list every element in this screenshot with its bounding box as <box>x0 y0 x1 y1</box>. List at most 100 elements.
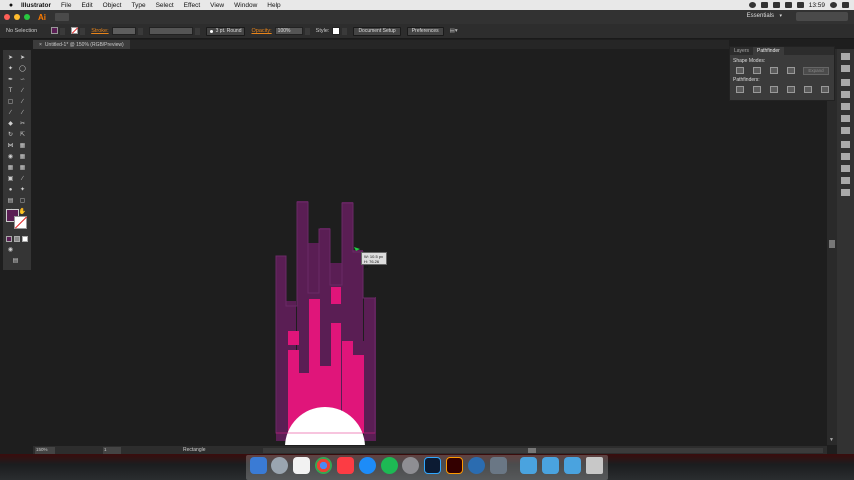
transparency-icon[interactable] <box>841 165 850 172</box>
scroll-down-icon[interactable]: ▼ <box>829 437 834 443</box>
profile-dropdown[interactable] <box>194 27 200 35</box>
menu-object[interactable]: Object <box>98 2 127 9</box>
menu-effect[interactable]: Effect <box>179 2 206 9</box>
artboard-canvas[interactable]: W: 10.5 px H: 76.26 px <box>33 49 827 480</box>
screen-mode-icon[interactable]: ▤ <box>11 257 20 265</box>
chevron-down-icon[interactable]: ▾ <box>779 13 782 19</box>
menu-view[interactable]: View <box>205 2 229 9</box>
graphic-style-swatch[interactable] <box>332 27 341 35</box>
symbol-sprayer-tool-icon[interactable]: ✦ <box>18 186 27 194</box>
direct-selection-tool-icon[interactable]: ➤ <box>18 54 27 62</box>
clock[interactable]: 13:59 <box>809 2 825 9</box>
shaper-tool-icon[interactable]: ∕ <box>6 109 15 117</box>
scroll-thumb[interactable] <box>829 240 835 248</box>
swatches-icon[interactable] <box>841 103 850 110</box>
launchpad-icon[interactable] <box>271 457 288 474</box>
width-tool-icon[interactable]: ⋈ <box>6 142 15 150</box>
live-paint-tool-icon[interactable]: ▦ <box>18 153 27 161</box>
eraser-tool-icon[interactable]: ◆ <box>6 120 15 128</box>
purple-column-9[interactable] <box>364 297 376 441</box>
trim-icon[interactable] <box>753 86 761 93</box>
perspective-grid-tool-icon[interactable]: ▦ <box>6 164 15 172</box>
tab-pathfinder[interactable]: Pathfinder <box>753 47 784 55</box>
minus-front-icon[interactable] <box>753 67 761 74</box>
graphic-styles-icon[interactable] <box>841 189 850 196</box>
menu-file[interactable]: File <box>56 2 76 9</box>
document-setup-button[interactable]: Document Setup <box>353 26 401 36</box>
stroke-weight-dropdown[interactable] <box>137 27 143 35</box>
calendar-icon[interactable] <box>293 457 310 474</box>
notifications-icon[interactable] <box>842 2 849 8</box>
magenta-block-9[interactable] <box>288 331 299 345</box>
intersect-icon[interactable] <box>770 67 778 74</box>
line-segment-tool-icon[interactable]: ∕ <box>18 87 27 95</box>
dropbox-icon[interactable] <box>760 2 768 8</box>
color-mode-button[interactable] <box>6 236 12 242</box>
folder-icon-1[interactable] <box>520 457 537 474</box>
artboard-number-field[interactable]: 1 <box>103 447 121 454</box>
scissors-tool-icon[interactable]: ✂ <box>18 120 27 128</box>
crop-icon[interactable] <box>787 86 795 93</box>
purple-column-1[interactable] <box>276 255 287 441</box>
selection-tool-icon[interactable]: ➤ <box>6 54 15 62</box>
battery-icon[interactable] <box>784 2 792 8</box>
horizontal-scrollbar[interactable] <box>263 448 823 453</box>
exclude-icon[interactable] <box>787 67 795 74</box>
minus-back-icon[interactable] <box>821 86 829 93</box>
tab-layers[interactable]: Layers <box>730 47 753 55</box>
document-tab[interactable]: × Untitled-1* @ 150% (RGB/Preview) <box>33 40 130 49</box>
symbols-icon[interactable] <box>841 127 850 134</box>
eyedropper-tool-icon[interactable]: ∕ <box>18 175 27 183</box>
hand-tool-icon[interactable]: ✋ <box>18 208 27 216</box>
stroke-swatch[interactable] <box>71 26 79 36</box>
magic-wand-tool-icon[interactable]: ✦ <box>6 65 15 73</box>
folder-icon-3[interactable] <box>564 457 581 474</box>
minimize-window-button[interactable] <box>14 14 20 20</box>
divide-icon[interactable] <box>736 86 744 93</box>
free-transform-tool-icon[interactable]: ▦ <box>18 142 27 150</box>
zoom-window-button[interactable] <box>24 14 30 20</box>
appearance-icon[interactable] <box>841 177 850 184</box>
fill-dropdown[interactable] <box>60 27 66 35</box>
scale-tool-icon[interactable]: ⇱ <box>18 131 27 139</box>
stroke-label[interactable]: Stroke: <box>91 28 108 34</box>
menu-edit[interactable]: Edit <box>76 2 97 9</box>
photoshop-icon[interactable] <box>424 457 441 474</box>
horizontal-scroll-thumb[interactable] <box>528 448 536 453</box>
search-stock-input[interactable] <box>796 12 848 21</box>
close-tab-icon[interactable]: × <box>39 42 42 48</box>
network-icon[interactable] <box>468 457 485 474</box>
variable-width-profile[interactable] <box>148 27 193 35</box>
style-dropdown[interactable] <box>342 27 348 35</box>
stroke-dropdown[interactable] <box>80 27 86 35</box>
shape-builder-tool-icon[interactable]: ◉ <box>6 153 15 161</box>
merge-icon[interactable] <box>770 86 778 93</box>
finder-icon[interactable] <box>250 457 267 474</box>
workspace-switcher[interactable]: Essentials <box>747 13 774 19</box>
brushes-icon[interactable] <box>841 115 850 122</box>
menu-select[interactable]: Select <box>151 2 179 9</box>
stroke-weight-field[interactable] <box>111 27 136 35</box>
illustrator-dock-icon[interactable] <box>446 457 463 474</box>
vertical-scrollbar[interactable]: ▼ <box>827 49 837 445</box>
properties-icon[interactable] <box>841 65 850 72</box>
blend-tool-icon[interactable]: ● <box>6 186 15 194</box>
music-icon[interactable] <box>337 457 354 474</box>
preferences-button[interactable]: Preferences <box>406 26 444 36</box>
expand-button[interactable]: Expand <box>803 67 829 75</box>
lasso-tool-icon[interactable]: ◯ <box>18 65 27 73</box>
artboard-tool-icon[interactable]: ▢ <box>18 197 27 205</box>
spotify-icon[interactable] <box>381 457 398 474</box>
pen-tool-icon[interactable]: ✒ <box>6 76 15 84</box>
gradient-mode-button[interactable] <box>14 236 20 242</box>
arrange-icon[interactable]: ▤▾ <box>450 28 458 34</box>
pencil-tool-icon[interactable]: ∕ <box>18 109 27 117</box>
fill-swatch[interactable] <box>51 26 59 36</box>
arrange-documents-button[interactable] <box>55 13 69 21</box>
folder-icon-2[interactable] <box>542 457 559 474</box>
unite-icon[interactable] <box>736 67 744 74</box>
menu-window[interactable]: Window <box>229 2 262 9</box>
mesh-tool-icon[interactable]: ▦ <box>18 164 27 172</box>
magenta-block-5[interactable] <box>331 287 341 304</box>
flag-icon[interactable] <box>796 2 804 8</box>
